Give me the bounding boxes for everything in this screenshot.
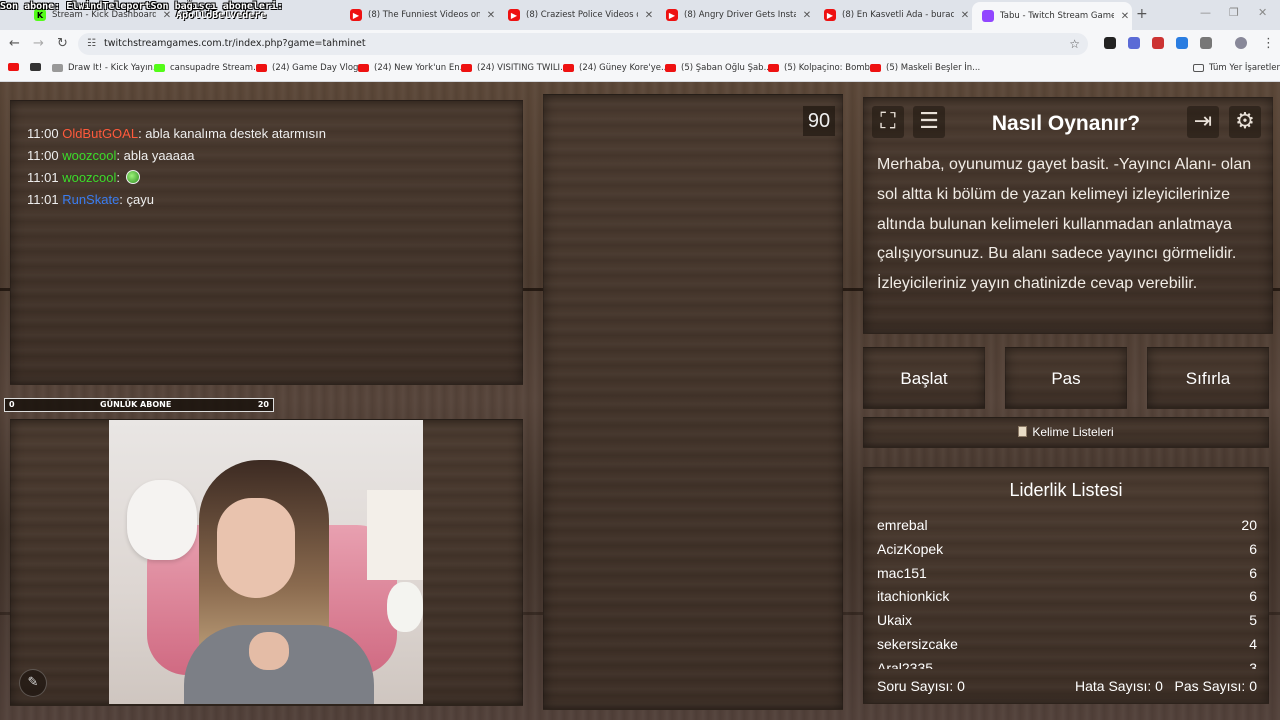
maximize-icon[interactable]: ❐ (1229, 6, 1239, 19)
profile-avatar[interactable] (1235, 37, 1247, 49)
chat-message: 11:01 woozcool: (27, 167, 506, 189)
error-count: Hata Sayısı: 0 (1075, 678, 1163, 694)
tab-angry-driver[interactable]: ▶ (8) Angry Driver Gets Instant Ka ✕ (656, 4, 814, 26)
bookmark-star-icon[interactable]: ☆ (1069, 33, 1080, 55)
sub-goal-max: 20 (257, 400, 269, 409)
fullscreen-icon[interactable]: ⛶ (872, 106, 904, 138)
chat-username: woozcool (62, 170, 117, 185)
tab-tabu-active[interactable]: Tabu - Twitch Stream Games ✕ (972, 2, 1132, 30)
pass-count: Pas Sayısı: 0 (1174, 678, 1257, 694)
extension-icon[interactable] (1152, 37, 1164, 49)
question-count: Soru Sayısı: 0 (877, 678, 965, 694)
bookmark-item[interactable]: (5) Kolpaçino: Bomb... (768, 63, 878, 73)
sub-goal-min: 0 (9, 400, 15, 409)
clipboard-icon (1018, 426, 1028, 437)
leaderboard-row: itachionkick 6 (877, 588, 1257, 605)
bookmarks-bar: Draw It! - Kick Yayın... cansupadre Stre… (0, 58, 1280, 82)
how-to-play-title: Nasıl Oynanır? (991, 112, 1141, 135)
chat-message: 11:00 woozcool: abla yaaaaa (27, 148, 195, 163)
youtube-icon: ▶ (824, 9, 836, 21)
gear-icon[interactable]: ⚙ (1229, 106, 1261, 138)
new-tab-plus-icon[interactable]: + (1136, 6, 1148, 22)
bookmark-item[interactable]: (5) Maskeli Beşler İn... (870, 63, 980, 73)
how-to-play-description: Merhaba, oyunumuz gayet basit. -Yayıncı … (877, 156, 1252, 293)
close-icon[interactable]: ✕ (800, 10, 814, 21)
extensions-puzzle-icon[interactable] (1200, 37, 1212, 49)
close-icon[interactable]: ✕ (1118, 11, 1132, 22)
url-text: twitchstreamgames.com.tr/index.php?game=… (104, 38, 366, 49)
leaderboard-row: AcizKopek 6 (877, 540, 1257, 557)
chat-message: 11:01 RunSkate: çayu (27, 192, 154, 207)
tab-title: (8) The Funniest Videos on the (368, 10, 480, 20)
leaderboard-row: mac151 6 (877, 564, 1257, 581)
bookmark-item[interactable]: (24) New York'un En... (358, 63, 468, 73)
url-field[interactable]: ☷ twitchstreamgames.com.tr/index.php?gam… (78, 33, 1088, 55)
bookmark-item[interactable]: cansupadre Stream... (154, 63, 261, 73)
site-info-icon[interactable]: ☷ (87, 33, 96, 55)
tab-police-videos[interactable]: ▶ (8) Craziest Police Videos on th ✕ (498, 4, 656, 26)
tab-kasvetli-ada[interactable]: ▶ (8) En Kasvetli Ada - burada öl ✕ (814, 4, 972, 26)
forward-arrow-icon[interactable]: → (33, 36, 44, 51)
leaderboard-row: emrebal 20 (877, 517, 1257, 533)
tab-title: (8) Craziest Police Videos on th (526, 10, 638, 20)
tab-title: Tabu - Twitch Stream Games (1000, 11, 1114, 21)
leaderboard-row: sekersizcake 4 (877, 635, 1257, 652)
extension-icon[interactable] (1104, 37, 1116, 49)
youtube-icon: ▶ (350, 9, 362, 21)
round-timer: 90 (803, 106, 835, 136)
window-close-icon[interactable]: ✕ (1258, 6, 1267, 19)
all-bookmarks-folder[interactable]: Tüm Yer İşaretleri (1193, 63, 1280, 73)
reload-icon[interactable]: ↻ (57, 36, 68, 51)
stream-ticker-overlay-name: ApolloBelvedere (176, 10, 267, 21)
address-bar-row: ← → ↻ ☷ twitchstreamgames.com.tr/index.p… (0, 30, 1280, 58)
chat-username: RunSkate (62, 192, 120, 207)
leaderboard-row: Ukaix 5 (877, 612, 1257, 629)
bookmark-item[interactable]: (5) Şaban Oğlu Şab... (665, 63, 772, 73)
bookmark-item[interactable]: (24) VISITING TWILI... (461, 63, 568, 73)
webcam-feed (109, 420, 423, 704)
twitch-icon (982, 10, 994, 22)
pencil-icon[interactable]: ✎ (19, 669, 47, 697)
bookmark-item[interactable]: Draw It! - Kick Yayın... (52, 63, 161, 73)
close-icon[interactable]: ✕ (642, 10, 656, 21)
tab-title: (8) En Kasvetli Ada - burada öl (842, 10, 954, 20)
reset-button[interactable]: Sıfırla (1147, 347, 1269, 409)
bookmark-generic-icon[interactable] (30, 63, 46, 71)
chat-panel: 11:00 OldButGOAL: abla kanalıma destek a… (10, 100, 523, 385)
word-lists-button[interactable]: Kelime Listeleri (863, 417, 1269, 448)
tab-title: (8) Angry Driver Gets Instant Ka (684, 10, 796, 20)
close-icon[interactable]: ✕ (484, 10, 498, 21)
chat-username: OldButGOAL (62, 126, 139, 141)
minimize-icon[interactable]: — (1200, 6, 1211, 19)
leaderboard-title: Liderlik Listesi (1009, 480, 1123, 500)
game-center-panel (543, 94, 843, 710)
bookmark-youtube-icon[interactable] (8, 63, 24, 71)
bookmark-item[interactable]: (24) Game Day Vlog... (256, 63, 367, 73)
wood-page: 11:00 OldButGOAL: abla kanalıma destek a… (0, 82, 1280, 720)
chat-username: woozcool (62, 148, 117, 163)
youtube-icon: ▶ (666, 9, 678, 21)
leaderboard-list[interactable]: emrebal 20 AcizKopek 6 mac151 6 itachionkic… (877, 514, 1257, 669)
leaderboard-row: Aral2335 3 (877, 659, 1257, 669)
menu-kebab-icon[interactable]: ⋮ (1262, 36, 1275, 51)
chat-message: 11:00 OldButGOAL: abla kanalıma destek a… (27, 126, 326, 141)
bookmark-item[interactable]: (24) Güney Kore'ye... (563, 63, 669, 73)
extension-icon[interactable] (1176, 37, 1188, 49)
back-arrow-icon[interactable]: ← (9, 36, 20, 51)
sub-goal-label: GÜNLÜK ABONE (100, 400, 172, 409)
tab-funniest-videos[interactable]: ▶ (8) The Funniest Videos on the ✕ (340, 4, 498, 26)
youtube-icon: ▶ (508, 9, 520, 21)
start-button[interactable]: Başlat (863, 347, 985, 409)
emote-icon (125, 170, 140, 184)
close-icon[interactable]: ✕ (958, 10, 972, 21)
pass-button[interactable]: Pas (1005, 347, 1127, 409)
daily-sub-goal-bar: 0 GÜNLÜK ABONE 20 (4, 398, 274, 412)
extension-icon[interactable] (1128, 37, 1140, 49)
